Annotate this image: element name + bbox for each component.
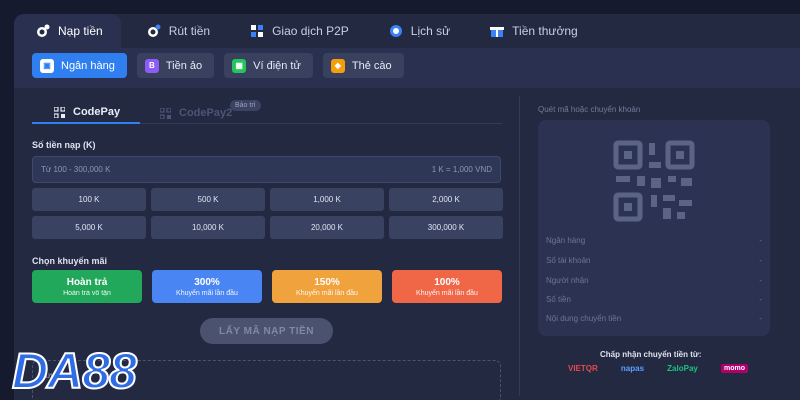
method-label: Ví điện tử xyxy=(253,59,301,72)
withdraw-icon xyxy=(147,24,161,37)
promo-title: Hoàn trả xyxy=(66,276,108,288)
promo-cashback[interactable]: Hoàn trả Hoàn trả vô tận xyxy=(32,270,142,303)
method-ewallet[interactable]: ▦ Ví điện tử xyxy=(224,53,313,78)
amount-option[interactable]: 100 K xyxy=(32,188,146,211)
napas-logo: napas xyxy=(620,364,645,373)
method-label: Tiền ảo xyxy=(165,59,203,72)
info-row-account-number: Số tài khoản - xyxy=(546,256,762,265)
exchange-rate: 1 K = 1,000 VND xyxy=(431,165,492,174)
promo-label: Chọn khuyến mãi xyxy=(32,256,108,266)
qr-icon xyxy=(160,107,171,119)
wallet-icon: ▦ xyxy=(232,58,247,73)
crypto-icon: B xyxy=(144,58,159,73)
promo-100[interactable]: 100% Khuyến mãi lần đầu xyxy=(392,270,502,303)
info-label: Số tài khoản xyxy=(546,256,591,265)
info-label: Số tiền xyxy=(546,295,571,304)
tab-label: Tiền thưởng xyxy=(512,24,578,38)
method-label: Ngân hàng xyxy=(61,59,115,72)
subtab-codepay[interactable]: CodePay xyxy=(32,102,140,124)
accepted-partners-title: Chấp nhận chuyển tiền từ: xyxy=(600,350,702,359)
amount-option[interactable]: 1,000 K xyxy=(270,188,384,211)
vietqr-logo: VIETQR xyxy=(568,364,598,373)
amount-option[interactable]: 300,000 K xyxy=(389,216,503,239)
info-value: - xyxy=(759,276,762,285)
info-label: Người nhận xyxy=(546,276,589,285)
bank-icon: ▣ xyxy=(40,58,54,73)
tab-p2p[interactable]: Giao dịch P2P xyxy=(228,14,367,48)
qr-code-icon xyxy=(613,140,695,222)
promo-subtitle: Khuyến mãi lần đầu xyxy=(176,289,238,297)
tab-history[interactable]: Lịch sử xyxy=(367,14,468,48)
amount-input[interactable]: Từ 100 - 300,000 K 1 K = 1,000 VND xyxy=(32,156,501,183)
panel-divider xyxy=(519,96,520,396)
info-label: Ngân hàng xyxy=(546,236,586,245)
info-row-amount: Số tiền - xyxy=(546,295,762,304)
tab-label: Lịch sử xyxy=(410,24,451,38)
promo-150[interactable]: 150% Khuyến mãi lần đầu xyxy=(272,270,382,303)
zalopay-logo: ZaloPay xyxy=(667,364,698,373)
tab-deposit[interactable]: Nạp tiền xyxy=(14,14,121,48)
promo-title: 300% xyxy=(194,276,220,288)
qr-panel: Ngân hàng - Số tài khoản - Người nhận - … xyxy=(538,120,770,336)
info-value: - xyxy=(759,256,762,265)
amount-option[interactable]: 10,000 K xyxy=(151,216,265,239)
promo-options: Hoàn trả Hoàn trả vô tận 300% Khuyến mãi… xyxy=(32,270,502,303)
coins-icon xyxy=(37,24,50,37)
amount-option[interactable]: 2,000 K xyxy=(389,188,503,211)
p2p-icon xyxy=(251,25,264,37)
method-bank[interactable]: ▣ Ngân hàng xyxy=(32,53,127,78)
amount-placeholder: Từ 100 - 300,000 K xyxy=(41,165,111,174)
method-crypto[interactable]: B Tiền ảo xyxy=(136,53,215,78)
info-row-recipient: Người nhận - xyxy=(546,276,762,285)
amount-label: Số tiền nạp (K) xyxy=(32,140,96,150)
info-row-transfer-content: Nội dung chuyển tiền - xyxy=(546,314,762,323)
promo-300[interactable]: 300% Khuyến mãi lần đầu xyxy=(152,270,262,303)
subtab-codepay2[interactable]: CodePay2 xyxy=(160,102,232,124)
tab-label: Giao dịch P2P xyxy=(272,24,349,38)
method-label: Thẻ cào xyxy=(351,59,392,72)
tab-bonus[interactable]: Tiền thưởng xyxy=(468,14,596,48)
promo-subtitle: Khuyến mãi lần đầu xyxy=(416,289,478,297)
tab-withdraw[interactable]: Rút tiền xyxy=(121,14,228,48)
info-value: - xyxy=(759,236,762,245)
promo-subtitle: Khuyến mãi lần đầu xyxy=(296,289,358,297)
info-row-bank: Ngân hàng - xyxy=(546,236,762,245)
brand-logo: DA88 xyxy=(11,343,138,399)
amount-option[interactable]: 5,000 K xyxy=(32,216,146,239)
tab-label: Rút tiền xyxy=(168,24,211,38)
get-deposit-code-button[interactable]: LẤY MÃ NẠP TIỀN xyxy=(200,318,333,344)
info-value: - xyxy=(759,314,762,323)
scan-title: Quét mã hoặc chuyển khoản xyxy=(538,105,641,114)
promo-subtitle: Hoàn trả vô tận xyxy=(63,289,111,297)
tab-label: Nạp tiền xyxy=(58,24,103,38)
codepay-tabs: CodePay CodePay2 Bảo trì xyxy=(32,100,502,124)
amount-options: 100 K 500 K 1,000 K 2,000 K 5,000 K 10,0… xyxy=(32,188,503,239)
partner-logos: VIETQR napas ZaloPay momo xyxy=(568,364,748,373)
history-icon xyxy=(389,25,402,37)
card-icon: ◆ xyxy=(330,58,345,73)
method-card[interactable]: ◆ Thẻ cào xyxy=(322,53,404,78)
amount-option[interactable]: 500 K xyxy=(151,188,265,211)
qr-icon xyxy=(54,106,65,118)
promo-title: 100% xyxy=(434,276,460,288)
payment-methods: ▣ Ngân hàng B Tiền ảo ▦ Ví điện tử ◆ Thẻ… xyxy=(32,53,404,78)
subtab-label: CodePay2 xyxy=(179,107,233,119)
info-value: - xyxy=(759,295,762,304)
subtab-label: CodePay xyxy=(73,106,121,118)
gift-icon xyxy=(490,27,505,37)
amount-option[interactable]: 20,000 K xyxy=(270,216,384,239)
top-tabs: Nạp tiền Rút tiền Giao dịch P2P Lịch sử … xyxy=(14,14,596,48)
promo-title: 150% xyxy=(314,276,340,288)
maintenance-badge: Bảo trì xyxy=(230,100,261,111)
info-label: Nội dung chuyển tiền xyxy=(546,314,622,323)
momo-logo: momo xyxy=(720,364,748,373)
